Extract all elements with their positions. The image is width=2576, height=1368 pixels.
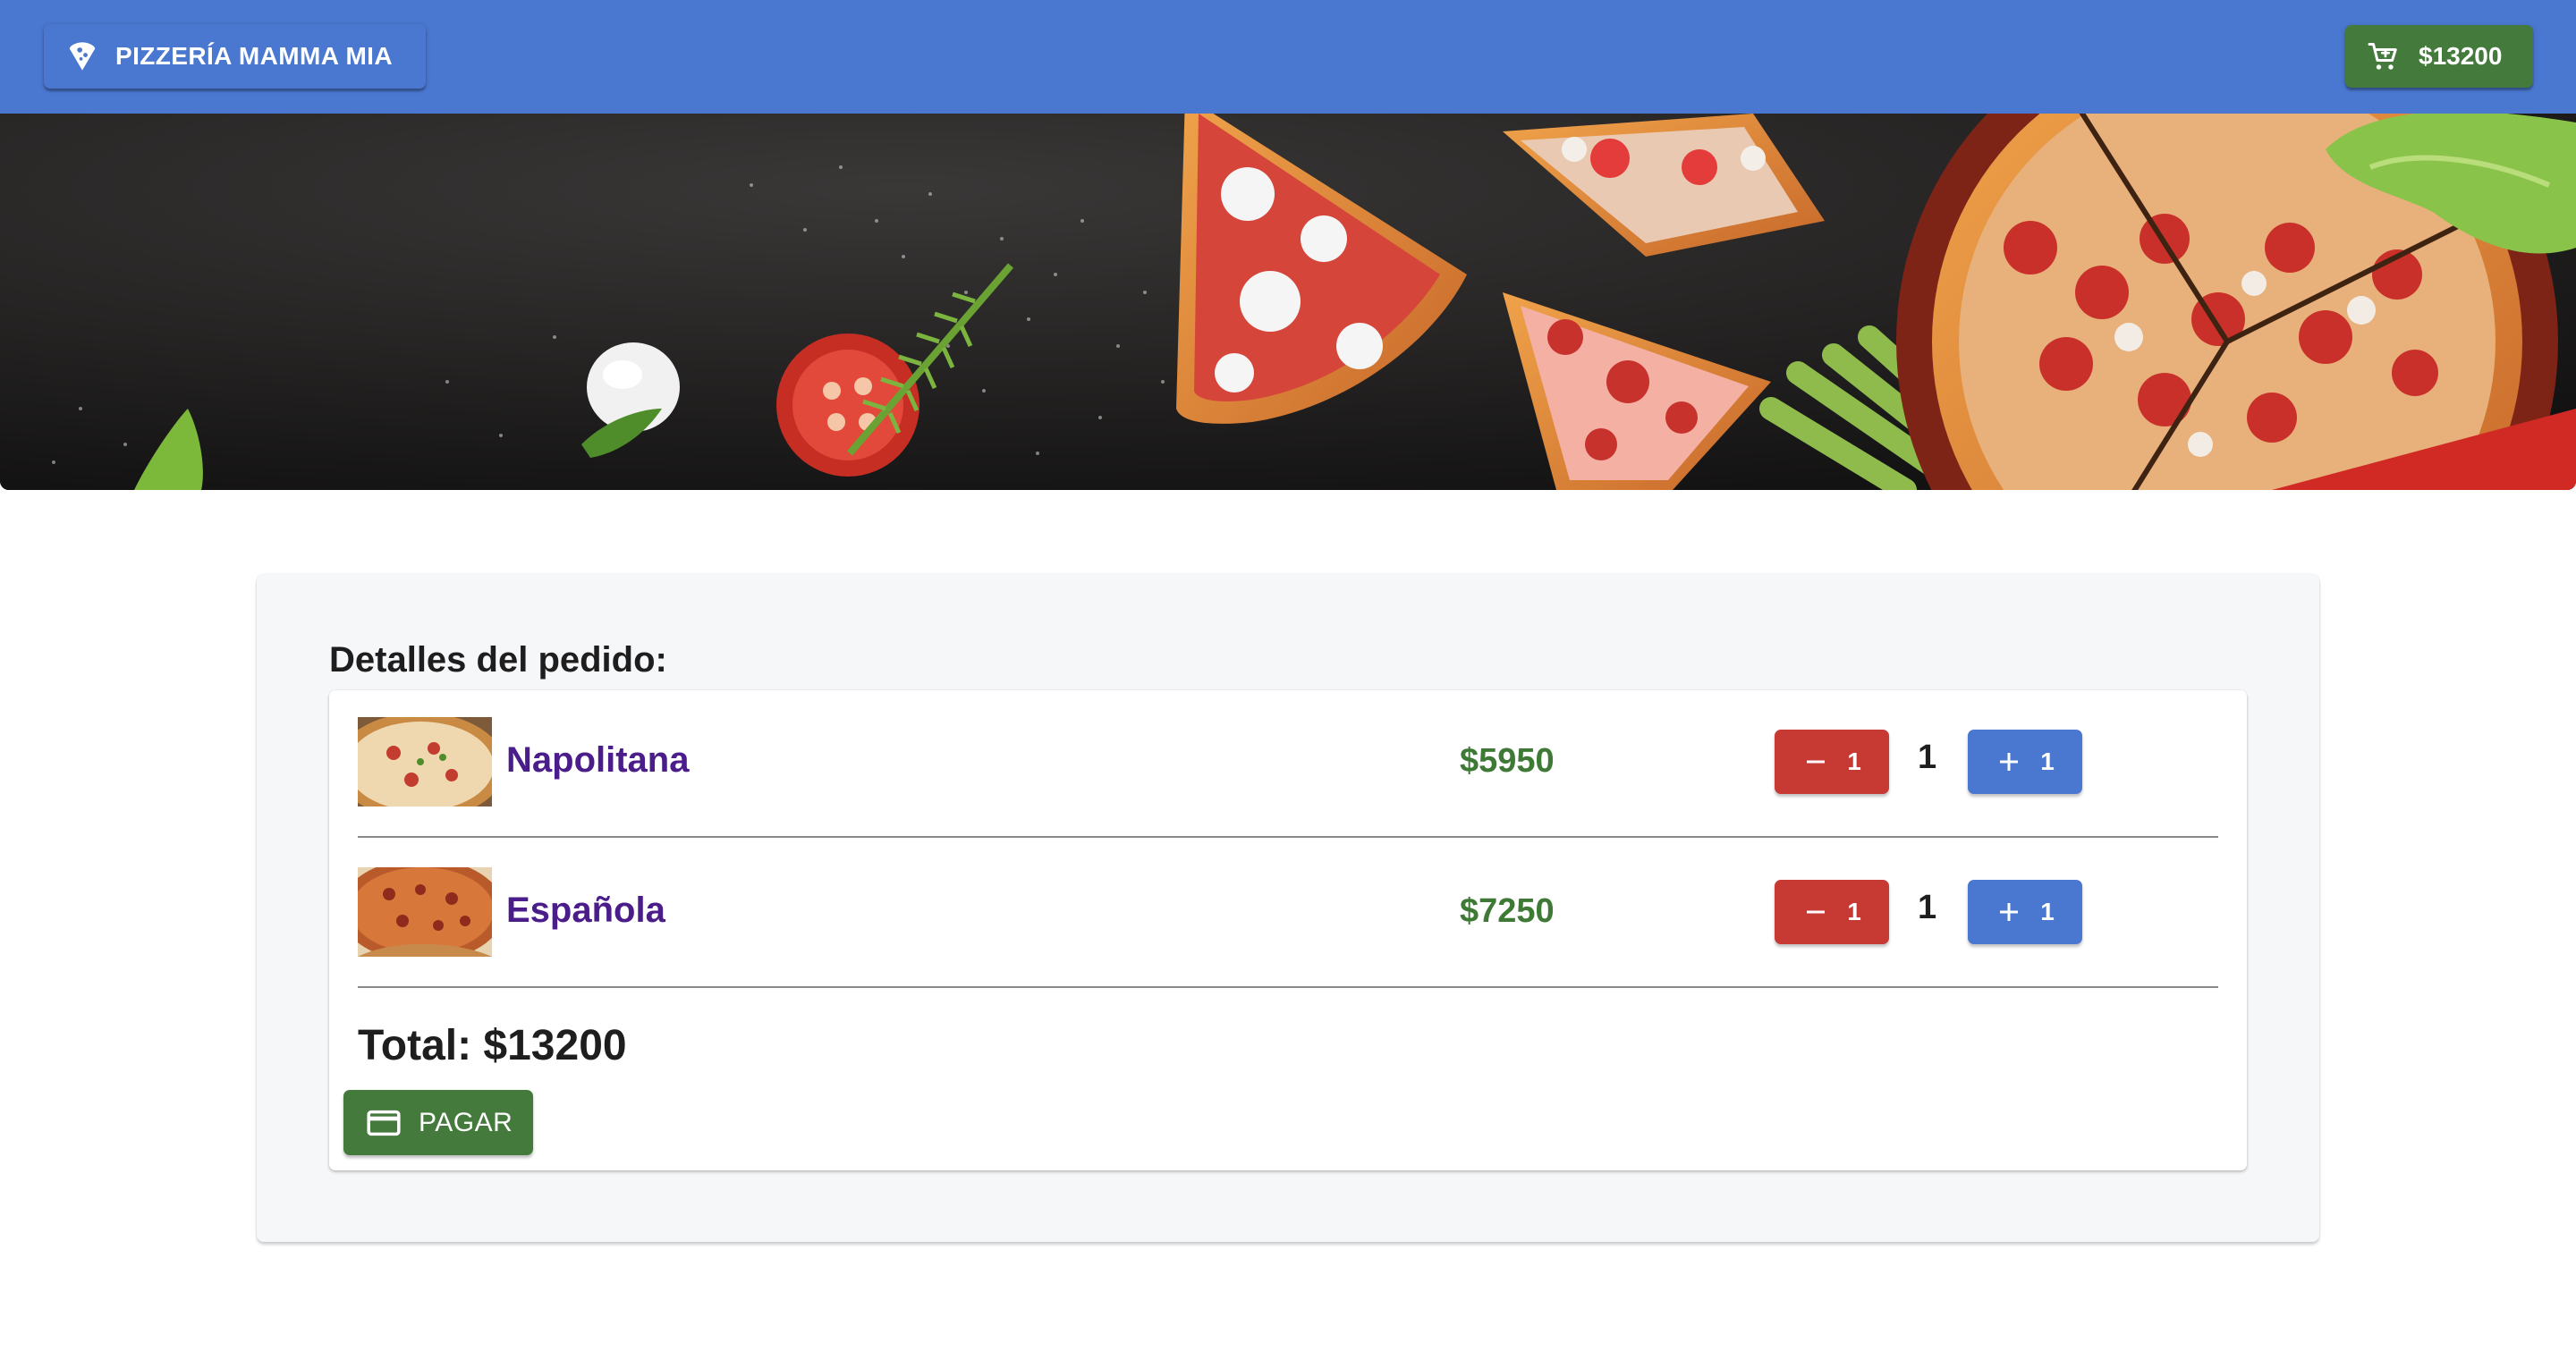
minus-icon — [1807, 910, 1826, 914]
cart-total: $13200 — [2419, 42, 2503, 70]
decrement-step: 1 — [1847, 898, 1861, 925]
decrement-button[interactable]: 1 — [1775, 730, 1889, 794]
decrement-step: 1 — [1847, 747, 1861, 775]
plus-icon — [2000, 903, 2019, 921]
espanola-image — [358, 867, 492, 957]
item-thumbnail-napolitana — [358, 717, 492, 806]
credit-card-icon — [367, 1110, 401, 1136]
increment-button[interactable]: 1 — [1968, 880, 2082, 944]
item-name: Napolitana — [506, 740, 690, 780]
increment-step: 1 — [2040, 898, 2055, 925]
increment-step: 1 — [2040, 747, 2055, 775]
pizza-slice-icon — [69, 42, 96, 71]
item-quantity: 1 — [1918, 739, 1937, 776]
item-thumbnail-espanola — [358, 867, 492, 957]
item-quantity: 1 — [1918, 889, 1937, 926]
brand-title: PIZZERÍA MAMMA MIA — [115, 42, 393, 70]
pay-button[interactable]: PAGAR — [343, 1090, 533, 1155]
decrement-button[interactable]: 1 — [1775, 880, 1889, 944]
item-divider — [358, 986, 2218, 988]
plus-icon — [2000, 753, 2019, 771]
napolitana-image — [358, 717, 492, 806]
pizza-banner — [0, 114, 2576, 490]
item-divider — [358, 836, 2218, 838]
increment-button[interactable]: 1 — [1968, 730, 2082, 794]
item-price: $7250 — [1460, 892, 1555, 930]
order-total: Total: $13200 — [358, 1022, 627, 1069]
pizza-banner-illustration — [0, 114, 2576, 490]
minus-icon — [1807, 760, 1826, 764]
cart-button[interactable]: $13200 — [2345, 25, 2533, 88]
home-button[interactable]: PIZZERÍA MAMMA MIA — [44, 24, 426, 89]
cart-icon — [2368, 43, 2397, 70]
item-price: $5950 — [1460, 742, 1555, 780]
top-navbar: PIZZERÍA MAMMA MIA $13200 — [0, 0, 2576, 114]
item-name: Española — [506, 891, 665, 930]
pay-label: PAGAR — [419, 1107, 513, 1137]
order-heading: Detalles del pedido: — [329, 640, 667, 680]
